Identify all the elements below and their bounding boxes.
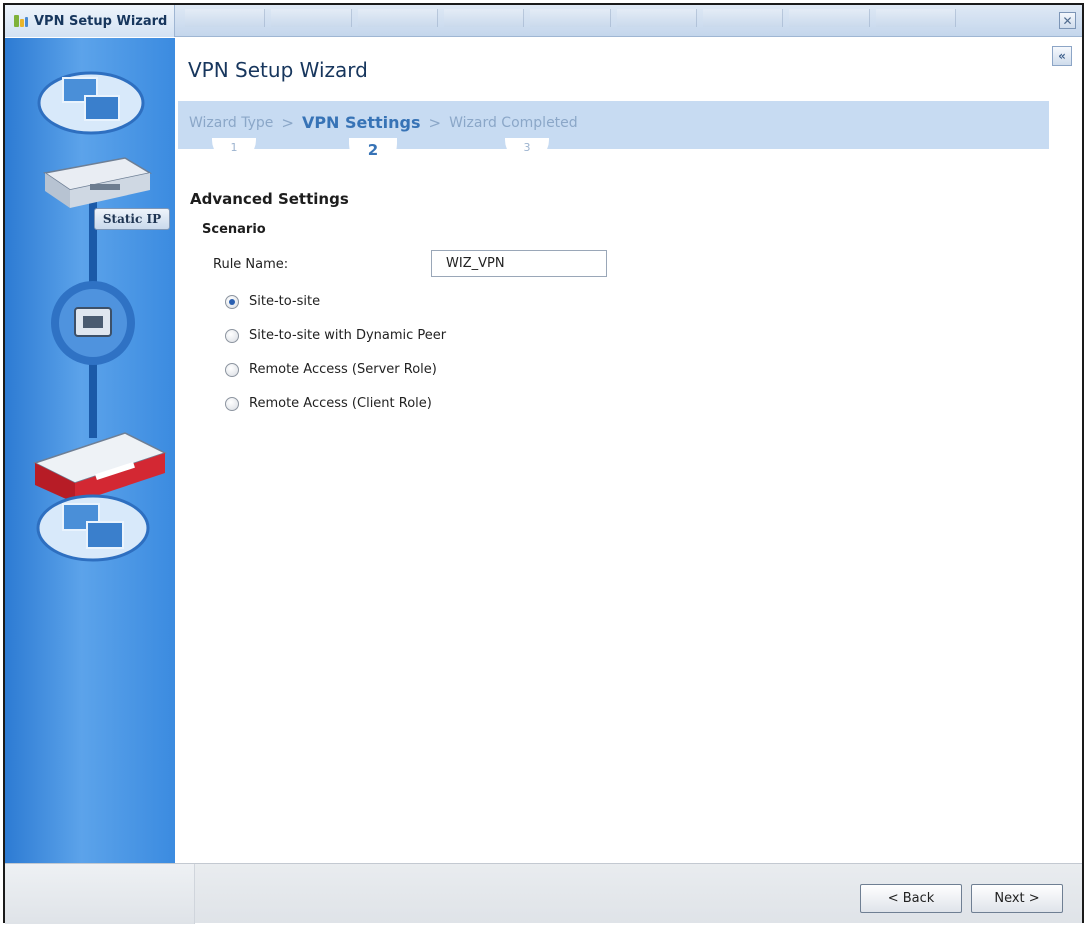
- step-number-3: 3: [505, 138, 549, 162]
- step-wizard-type: Wizard Type: [189, 114, 274, 131]
- page-title: VPN Setup Wizard: [188, 58, 368, 82]
- window-title: VPN Setup Wizard: [34, 13, 168, 29]
- wizard-app-icon: [14, 15, 28, 27]
- step-breadcrumb: Wizard Type > VPN Settings > Wizard Comp…: [189, 113, 578, 132]
- radio-button[interactable]: [225, 328, 239, 343]
- subsection-title: Scenario: [202, 222, 266, 237]
- step-vpn-settings: VPN Settings: [301, 113, 421, 132]
- back-button[interactable]: < Back: [860, 884, 962, 913]
- step-number-1: 1: [212, 138, 256, 162]
- network-illustration: [33, 71, 167, 562]
- port-globe-icon: [51, 281, 135, 365]
- section-title: Advanced Settings: [190, 190, 349, 208]
- radio-remote-access-server[interactable]: Remote Access (Server Role): [225, 362, 437, 377]
- wizard-window: VPN Setup Wizard ✕ Static IP VPN Setup W…: [3, 3, 1084, 924]
- close-icon: ✕: [1062, 13, 1073, 28]
- step-number-2: 2: [349, 138, 397, 166]
- wizard-footer: < Back Next >: [5, 863, 1082, 924]
- close-button[interactable]: ✕: [1059, 12, 1076, 29]
- cloud-bottom-icon: [36, 494, 150, 562]
- router-top-icon: [43, 157, 153, 208]
- radio-label: Site-to-site: [249, 294, 321, 309]
- radio-label: Remote Access (Client Role): [249, 396, 432, 411]
- background-tabs: [185, 9, 962, 27]
- radio-site-to-site[interactable]: Site-to-site: [225, 294, 320, 309]
- radio-button[interactable]: [225, 396, 239, 411]
- radio-button[interactable]: [225, 294, 239, 309]
- static-ip-label: Static IP: [94, 208, 170, 230]
- step-separator: >: [281, 113, 294, 132]
- rule-name-input[interactable]: WIZ_VPN: [431, 250, 607, 277]
- radio-label: Remote Access (Server Role): [249, 362, 437, 377]
- step-wizard-completed: Wizard Completed: [449, 114, 578, 131]
- firewall-device-icon: [33, 432, 167, 503]
- title-tab: VPN Setup Wizard: [5, 5, 175, 37]
- wizard-illustration: Static IP: [5, 38, 175, 863]
- wizard-content: VPN Setup Wizard Wizard Type > VPN Setti…: [175, 38, 1051, 863]
- cloud-top-icon: [37, 71, 145, 135]
- steps-bar: Wizard Type > VPN Settings > Wizard Comp…: [178, 101, 1049, 149]
- radio-button[interactable]: [225, 362, 239, 377]
- double-chevron-left-icon: «: [1058, 49, 1066, 63]
- title-bar: VPN Setup Wizard ✕: [5, 5, 1082, 37]
- step-separator: >: [428, 113, 442, 132]
- collapse-panel-button[interactable]: «: [1052, 46, 1072, 66]
- next-button[interactable]: Next >: [971, 884, 1063, 913]
- rule-name-label: Rule Name:: [213, 257, 289, 272]
- radio-label: Site-to-site with Dynamic Peer: [249, 328, 447, 343]
- footer-left-panel: [5, 864, 195, 924]
- radio-site-to-site-dynamic-peer[interactable]: Site-to-site with Dynamic Peer: [225, 328, 446, 343]
- radio-remote-access-client[interactable]: Remote Access (Client Role): [225, 396, 432, 411]
